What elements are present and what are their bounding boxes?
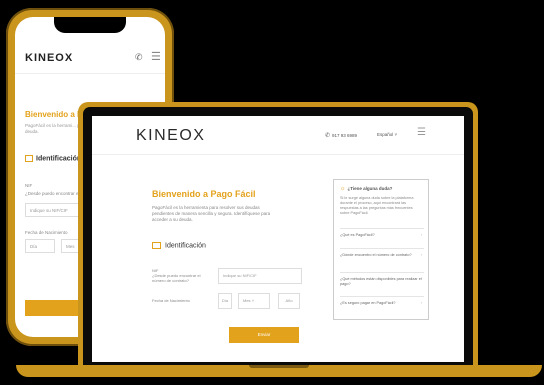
phone-day-input[interactable]: Día bbox=[25, 239, 55, 253]
page-title: Bienvenido a Pago Fácil bbox=[152, 189, 256, 199]
phone-call-icon[interactable]: ✆ bbox=[135, 52, 143, 63]
nif-help-link[interactable]: ¿Desde puedo encontrar el número de cont… bbox=[152, 273, 207, 283]
month-label: Mes bbox=[243, 298, 251, 303]
help-title: ☼ ¿Tiene alguna duda? bbox=[340, 186, 392, 192]
phone-birth-label: Fecha de Nacimiento bbox=[25, 230, 68, 235]
year-input[interactable]: Año bbox=[278, 293, 300, 309]
chevron-down-icon: ˅ bbox=[251, 298, 255, 303]
laptop-base bbox=[16, 365, 542, 377]
birth-date-label: Fecha de Nacimiento bbox=[152, 298, 190, 303]
help-text: Si le surge alguna duda sobre la platafo… bbox=[340, 196, 414, 215]
menu-icon[interactable]: ☰ bbox=[417, 127, 426, 138]
month-select[interactable]: Mes ˅ bbox=[238, 293, 270, 309]
faq-item-label: ¿Qué métodos están disponibles para real… bbox=[340, 277, 422, 286]
laptop-lid: KINEOX ✆ 917 93 6989 Español ˅ ☰ Bienveni… bbox=[78, 102, 478, 370]
laptop-base-notch bbox=[249, 365, 309, 368]
section-title: Identificación bbox=[152, 242, 206, 249]
header-phone[interactable]: ✆ 917 93 6989 bbox=[325, 132, 357, 139]
day-input[interactable]: Día bbox=[218, 293, 232, 309]
chevron-right-icon: › bbox=[420, 253, 422, 257]
site-header: KINEOX ✆ 917 93 6989 Español ˅ ☰ bbox=[92, 116, 464, 155]
language-label: Español bbox=[377, 132, 394, 137]
help-panel: ☼ ¿Tiene alguna duda? Si le surge alguna … bbox=[333, 179, 429, 320]
language-selector[interactable]: Español ˅ bbox=[377, 132, 397, 137]
laptop-screen: KINEOX ✆ 917 93 6989 Español ˅ ☰ Bienveni… bbox=[92, 116, 464, 362]
id-card-icon bbox=[152, 242, 161, 249]
faq-item-label: ¿Qué es PagoFácil? bbox=[340, 233, 375, 237]
intro-text: PagoFácil es la herramienta para resolve… bbox=[152, 205, 271, 222]
faq-item[interactable]: ¿Qué métodos están disponibles para real… bbox=[340, 272, 424, 287]
help-title-text: ¿Tiene alguna duda? bbox=[347, 186, 393, 191]
header-phone-number: 917 93 6989 bbox=[332, 133, 358, 138]
faq-item[interactable]: ¿Qué es PagoFácil? › bbox=[340, 228, 424, 238]
phone-section-title: Identificación bbox=[25, 155, 81, 162]
phone-icon: ✆ bbox=[325, 133, 331, 139]
id-card-icon bbox=[25, 155, 33, 162]
site-logo[interactable]: KINEOX bbox=[136, 127, 205, 145]
chevron-right-icon: › bbox=[420, 301, 422, 305]
faq-item[interactable]: ¿Dónde encuentro el número de contrato? › bbox=[340, 248, 424, 258]
phone-notch bbox=[54, 17, 126, 33]
faq-item-label: ¿Es seguro pagar en PagoFácil? bbox=[340, 301, 396, 305]
nif-label-group: NIF ¿Desde puedo encontrar el número de … bbox=[152, 268, 207, 283]
chevron-down-icon: ˅ bbox=[394, 132, 398, 137]
phone-menu-icon[interactable]: ☰ bbox=[151, 50, 161, 63]
chevron-right-icon: › bbox=[420, 233, 422, 237]
nif-input[interactable]: Indique su NIF/CIF bbox=[218, 268, 302, 284]
chat-bubble-icon: ☼ bbox=[340, 186, 346, 192]
phone-logo[interactable]: KINEOX bbox=[25, 52, 73, 64]
phone-header: KINEOX ✆ ☰ bbox=[15, 43, 165, 74]
faq-item[interactable]: ¿Es seguro pagar en PagoFácil? › bbox=[340, 296, 424, 306]
phone-nif-label: NIF bbox=[25, 183, 33, 188]
chevron-right-icon: › bbox=[420, 277, 422, 281]
submit-button[interactable]: Enviar bbox=[229, 327, 299, 343]
faq-item-label: ¿Dónde encuentro el número de contrato? bbox=[340, 253, 412, 257]
section-label: Identificación bbox=[165, 242, 206, 250]
phone-section-label: Identificación bbox=[36, 155, 82, 163]
